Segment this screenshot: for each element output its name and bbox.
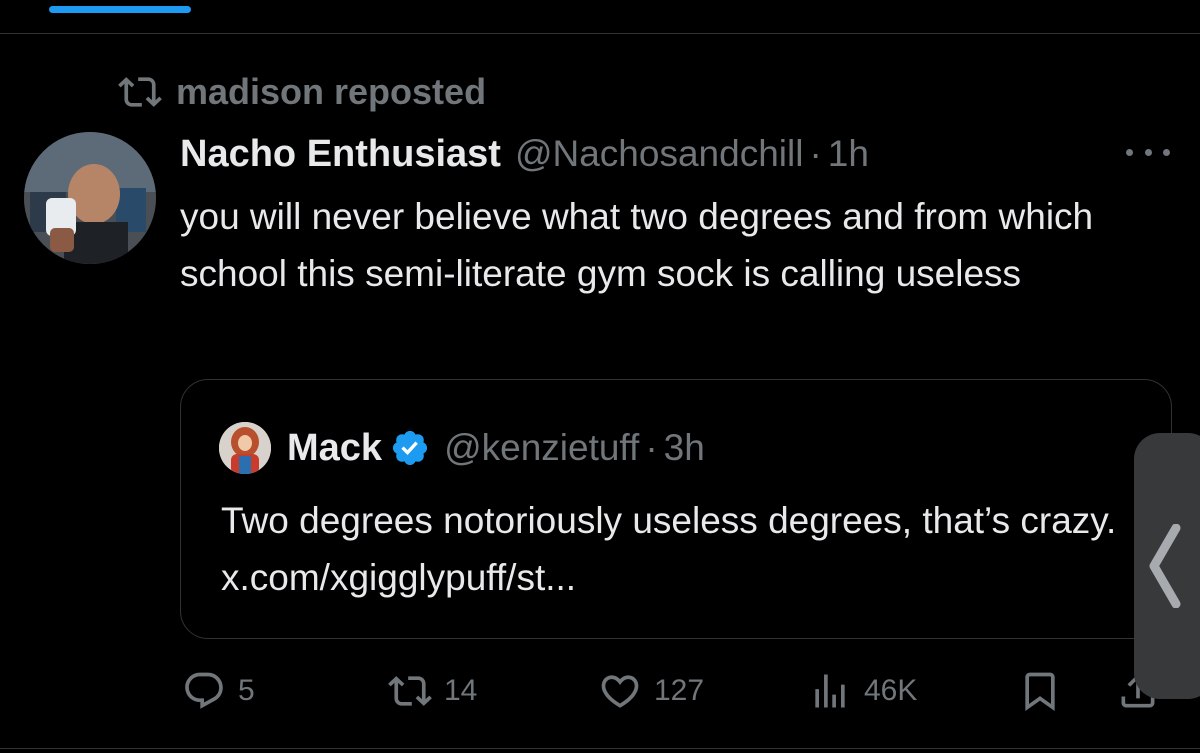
more-horizontal-icon-dot <box>1163 148 1170 156</box>
bookmark-icon <box>1025 672 1055 712</box>
tweet-action-bar: 5 14 127 46K <box>0 663 1200 719</box>
quoted-author-handle[interactable]: @kenzietuff <box>444 427 639 469</box>
author-avatar[interactable] <box>24 132 156 264</box>
verified-badge-icon <box>392 430 428 466</box>
quoted-tweet-header: Mack @kenzietuff · 3h <box>219 420 705 476</box>
reply-icon <box>185 672 223 709</box>
header-separator: · <box>809 133 822 174</box>
author-handle[interactable]: @Nachosandchill <box>515 133 803 175</box>
like-count: 127 <box>654 674 705 707</box>
views-count: 46K <box>864 674 918 707</box>
chevron-left-icon <box>1149 524 1181 608</box>
active-tab-indicator <box>49 6 191 13</box>
repost-icon <box>118 77 162 107</box>
quoted-header-separator: · <box>645 427 658 468</box>
tweet-header: Nacho Enthusiast @Nachosandchill · 1h <box>180 128 869 180</box>
author-avatar-image <box>24 132 156 264</box>
quoted-tweet-timestamp[interactable]: 3h <box>664 427 705 469</box>
quoted-author-display-name[interactable]: Mack <box>287 427 382 470</box>
repost-button[interactable]: 14 <box>388 663 477 719</box>
repost-context[interactable]: madison reposted <box>118 70 486 114</box>
more-horizontal-icon-dot <box>1126 148 1133 156</box>
views-button[interactable]: 46K <box>808 663 917 719</box>
quoted-tweet-body: Two degrees notoriously useless degrees,… <box>221 500 1117 598</box>
like-button[interactable]: 127 <box>598 663 704 719</box>
heart-icon <box>601 675 639 708</box>
side-panel-handle[interactable] <box>1134 433 1200 699</box>
reply-button[interactable]: 5 <box>182 663 255 719</box>
quoted-author-avatar[interactable] <box>219 422 271 474</box>
bookmark-button[interactable] <box>1018 663 1062 719</box>
quoted-tweet-card[interactable]: Mack @kenzietuff · 3h Two degrees notori… <box>180 379 1172 639</box>
tweet-body: you will never believe what two degrees … <box>180 196 1094 294</box>
reply-count: 5 <box>238 674 255 707</box>
bottom-divider <box>0 748 1200 749</box>
tweet-timestamp[interactable]: 1h <box>828 133 869 175</box>
author-display-name[interactable]: Nacho Enthusiast <box>180 133 501 176</box>
quoted-author-avatar-image <box>219 422 271 474</box>
more-horizontal-icon-dot <box>1144 148 1152 156</box>
top-divider <box>0 33 1200 34</box>
views-icon <box>815 674 845 708</box>
more-options-button[interactable] <box>1126 140 1170 164</box>
repost-icon <box>388 676 432 706</box>
repost-count: 14 <box>444 674 478 707</box>
repost-label: madison reposted <box>176 71 487 112</box>
